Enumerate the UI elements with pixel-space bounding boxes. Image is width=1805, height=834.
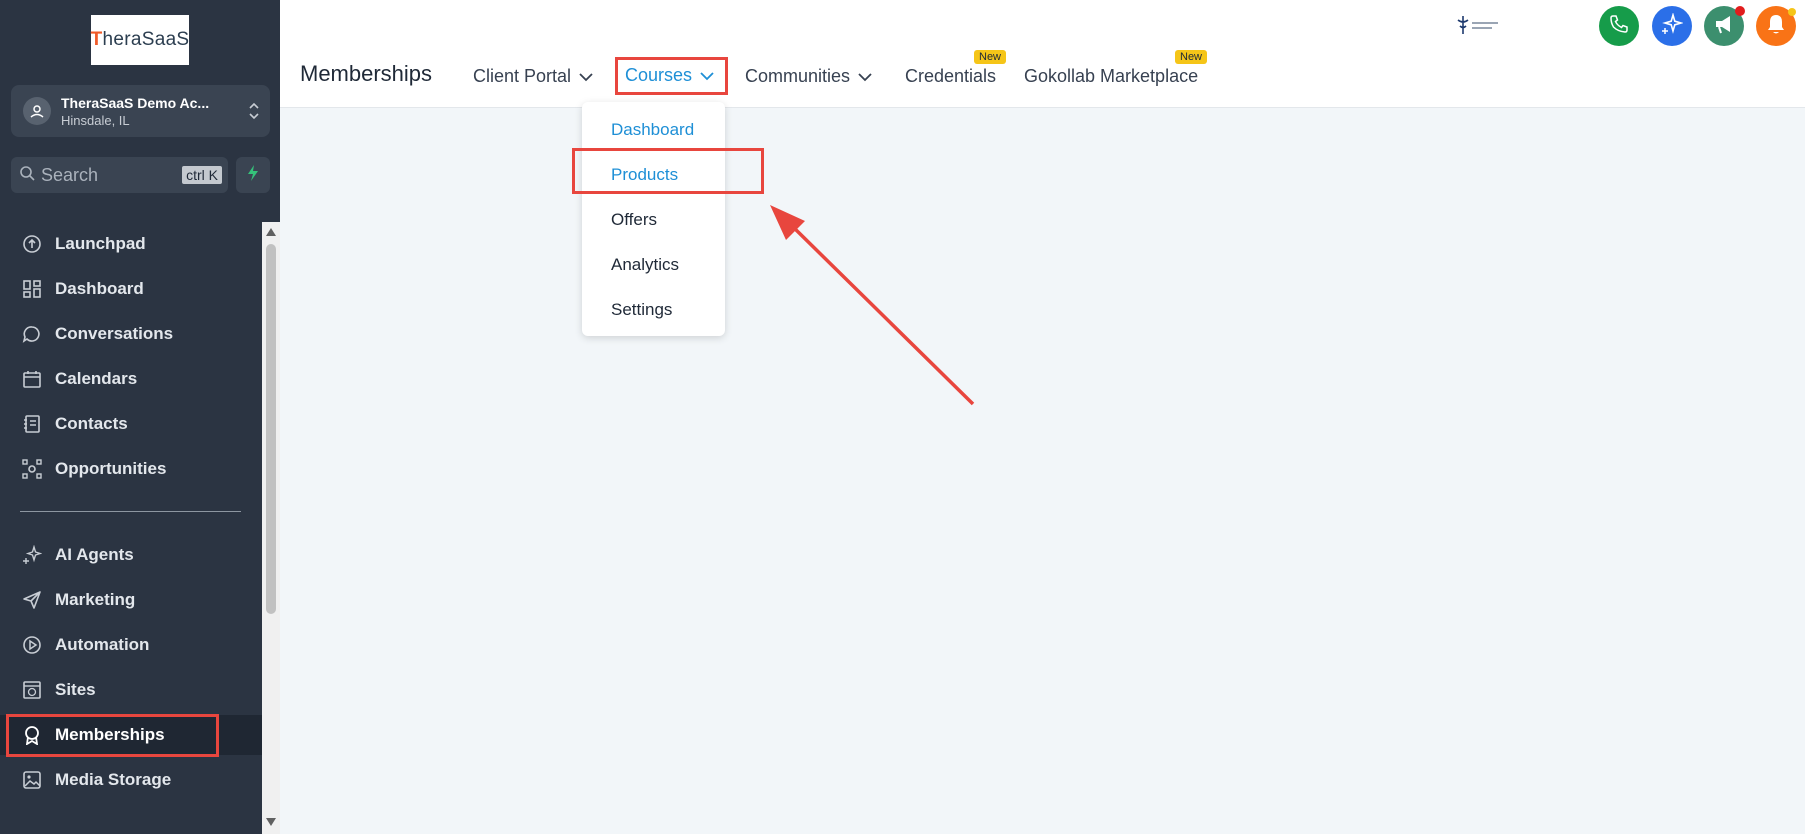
annotation-arrow-icon	[770, 205, 975, 406]
